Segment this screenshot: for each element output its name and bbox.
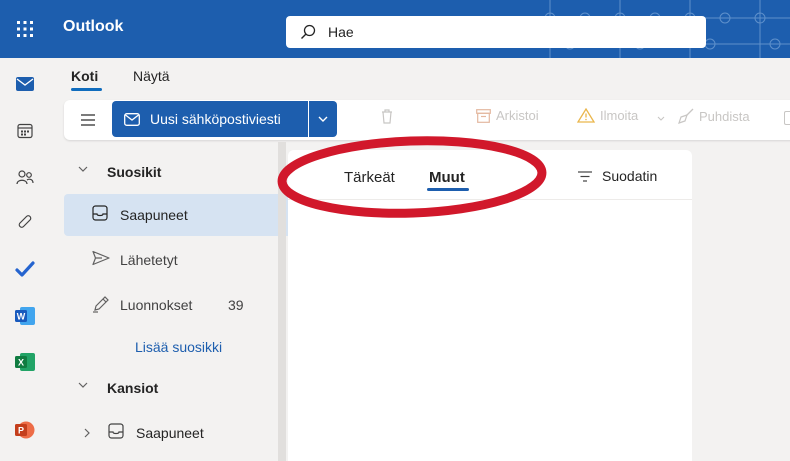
message-list: Tärkeät Muut Suodatin bbox=[288, 150, 692, 461]
warning-icon bbox=[577, 108, 595, 123]
new-mail-label: Uusi sähköpostiviesti bbox=[150, 111, 281, 127]
app-title[interactable]: Outlook bbox=[63, 18, 123, 36]
ribbon-tabs: Koti Näytä bbox=[50, 58, 790, 94]
folders-header[interactable]: Kansiot bbox=[50, 368, 278, 408]
mail-icon bbox=[124, 112, 140, 126]
tab-other[interactable]: Muut bbox=[429, 169, 465, 186]
tab-home[interactable]: Koti bbox=[71, 68, 98, 84]
draft-icon bbox=[93, 296, 109, 313]
rail-people[interactable] bbox=[0, 161, 50, 193]
folder-label: Luonnokset bbox=[120, 297, 193, 313]
search-box[interactable] bbox=[286, 16, 706, 48]
rail-mail[interactable] bbox=[0, 68, 50, 100]
chevron-down-icon bbox=[78, 166, 88, 172]
hamburger-icon[interactable] bbox=[78, 110, 98, 130]
folder-label: Saapuneet bbox=[120, 207, 188, 223]
word-icon: W bbox=[15, 307, 35, 325]
folder-label: Saapuneet bbox=[136, 425, 204, 441]
powerpoint-icon: P bbox=[15, 421, 35, 439]
filter-icon bbox=[578, 170, 592, 182]
chevron-down-icon bbox=[318, 116, 328, 122]
tab-view[interactable]: Näytä bbox=[133, 68, 170, 84]
svg-text:X: X bbox=[18, 358, 24, 368]
favorites-label: Suosikit bbox=[107, 164, 162, 180]
people-icon bbox=[16, 170, 34, 185]
chevron-down-icon bbox=[78, 382, 88, 388]
folder-pane-scrollbar[interactable] bbox=[278, 142, 286, 461]
svg-text:P: P bbox=[18, 426, 24, 436]
inbox-icon bbox=[92, 205, 108, 221]
sweep-label: Puhdista bbox=[699, 108, 750, 124]
app-rail: W X P bbox=[0, 58, 50, 461]
active-tab-indicator bbox=[427, 188, 469, 191]
report-label: Ilmoita bbox=[600, 108, 639, 123]
add-favorite-link[interactable]: Lisää suosikki bbox=[135, 339, 222, 355]
waffle-icon bbox=[17, 21, 33, 37]
unread-count: 39 bbox=[228, 297, 244, 313]
archive-icon bbox=[476, 108, 491, 123]
chevron-down-icon[interactable] bbox=[657, 116, 665, 121]
new-mail-button[interactable]: Uusi sähköpostiviesti bbox=[112, 101, 308, 137]
search-input[interactable] bbox=[328, 24, 628, 40]
tab-focused[interactable]: Tärkeät bbox=[344, 169, 395, 186]
rail-excel[interactable]: X bbox=[0, 346, 50, 378]
folder-pane: Suosikit Saapuneet Lähetetyt Luonnokset … bbox=[50, 142, 315, 461]
calendar-icon bbox=[17, 123, 33, 139]
favorites-header[interactable]: Suosikit bbox=[50, 152, 278, 192]
rail-calendar[interactable] bbox=[0, 115, 50, 147]
more-commands-icon[interactable] bbox=[784, 111, 790, 125]
new-mail-dropdown-button[interactable] bbox=[309, 101, 337, 137]
rail-files[interactable] bbox=[0, 207, 50, 239]
filter-label: Suodatin bbox=[602, 168, 658, 184]
delete-icon[interactable] bbox=[380, 108, 394, 124]
report-button[interactable]: Ilmoita bbox=[577, 108, 638, 123]
archive-button[interactable]: Arkistoi bbox=[476, 108, 539, 123]
svg-text:W: W bbox=[17, 312, 26, 322]
active-tab-indicator bbox=[71, 88, 102, 91]
archive-label: Arkistoi bbox=[496, 108, 539, 123]
rail-powerpoint[interactable]: P bbox=[0, 414, 50, 446]
todo-icon bbox=[15, 261, 35, 277]
folders-label: Kansiot bbox=[107, 380, 159, 396]
filter-button[interactable]: Suodatin bbox=[578, 168, 657, 184]
chevron-right-icon[interactable] bbox=[84, 428, 90, 438]
app-launcher-button[interactable] bbox=[0, 0, 50, 58]
attach-icon bbox=[18, 215, 32, 228]
excel-icon: X bbox=[15, 353, 35, 371]
send-icon bbox=[92, 250, 110, 266]
inbox-icon bbox=[108, 423, 124, 439]
folder-label: Lähetetyt bbox=[120, 252, 178, 268]
sweep-button[interactable]: Puhdista bbox=[678, 108, 750, 124]
broom-icon bbox=[678, 108, 694, 124]
mail-icon bbox=[16, 77, 34, 91]
message-list-header: Tärkeät Muut Suodatin bbox=[288, 150, 692, 200]
rail-todo[interactable] bbox=[0, 253, 50, 285]
top-header: Outlook bbox=[0, 0, 790, 58]
search-icon bbox=[301, 24, 316, 39]
rail-word[interactable]: W bbox=[0, 300, 50, 332]
